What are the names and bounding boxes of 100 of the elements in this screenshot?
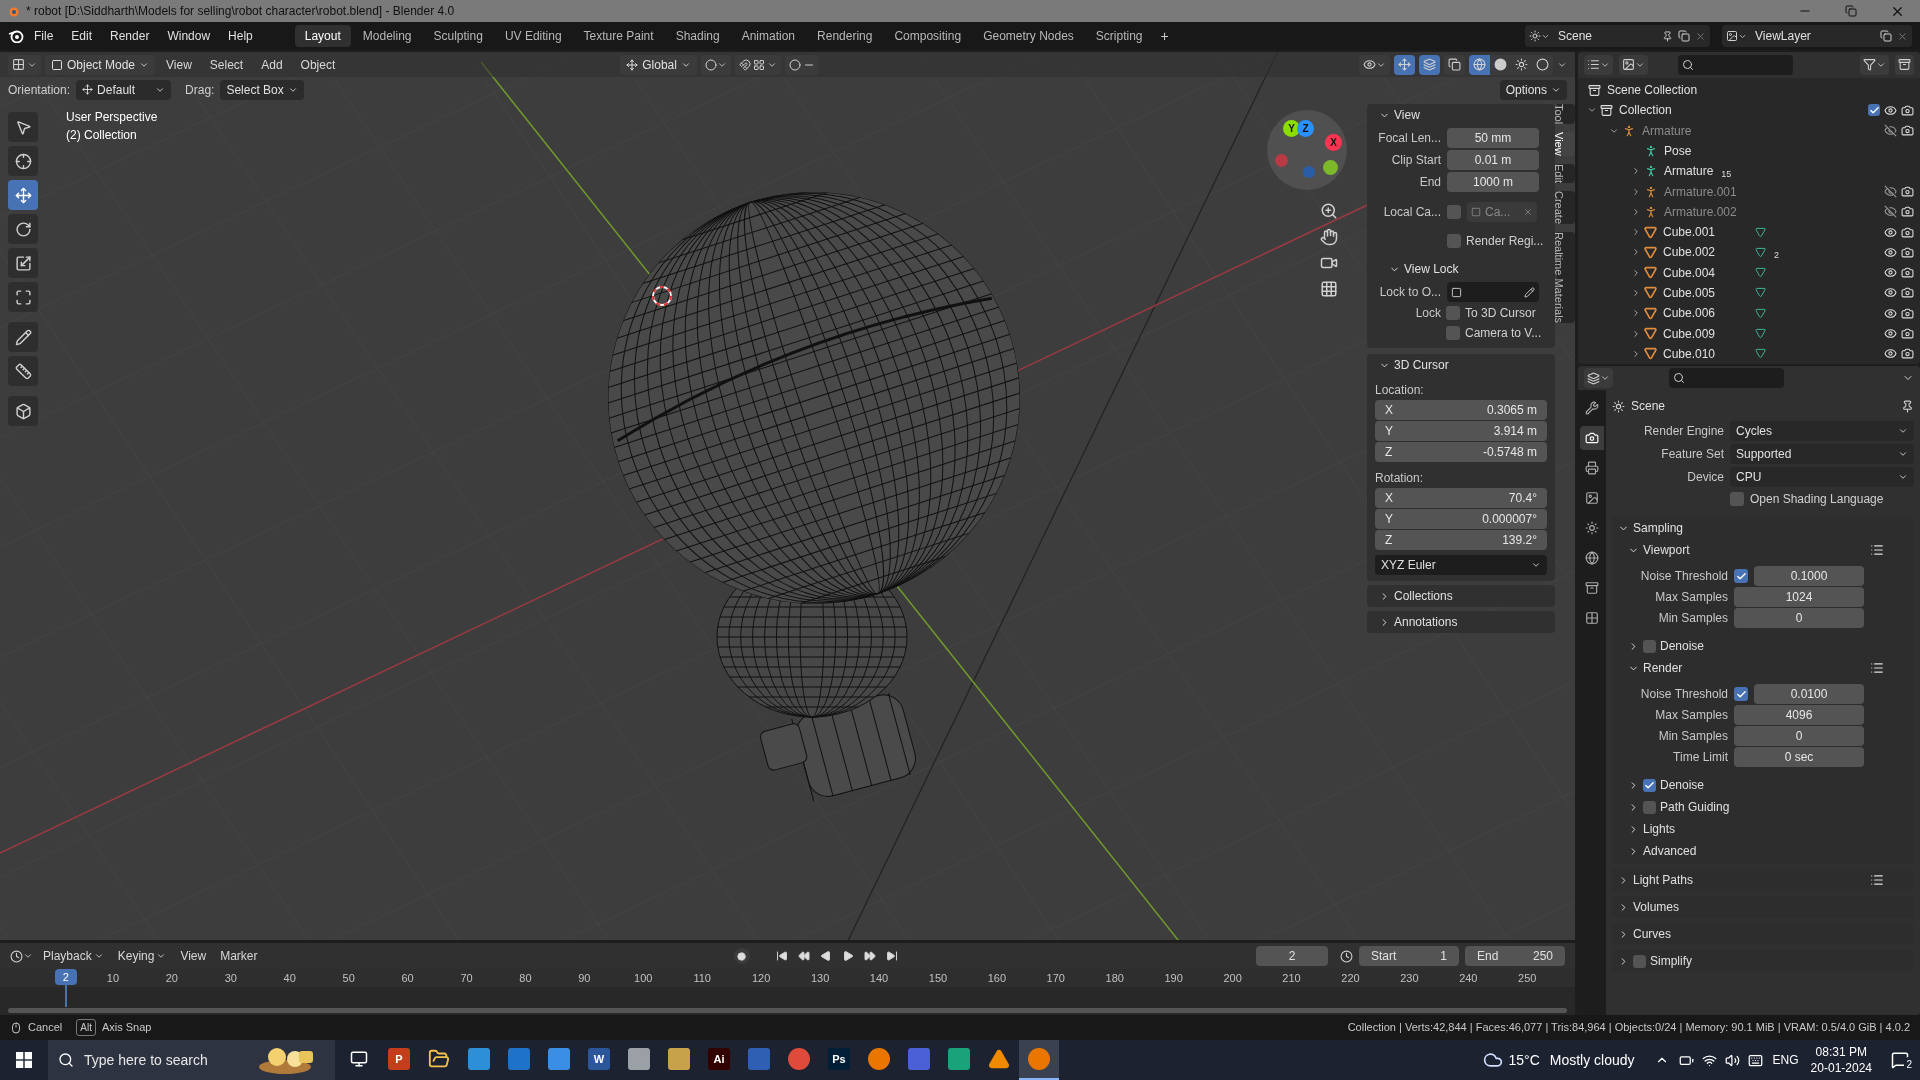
rotation-mode-dropdown[interactable]: XYZ Euler bbox=[1375, 555, 1547, 575]
workspace-tab[interactable]: Layout bbox=[294, 25, 351, 47]
navigation-gizmo[interactable]: Y Z X bbox=[1267, 110, 1347, 190]
axis-bubble[interactable]: X bbox=[1325, 134, 1342, 151]
view-layer-selector[interactable]: ViewLayer bbox=[1722, 25, 1912, 47]
taskbar-button[interactable]: Ai bbox=[699, 1040, 739, 1080]
orientation-dropdown[interactable]: Global bbox=[620, 54, 697, 75]
panel-header[interactable]: 3D Cursor bbox=[1375, 354, 1547, 376]
axis-bubble[interactable]: Z bbox=[1297, 120, 1314, 137]
panel-title[interactable]: Lights bbox=[1643, 820, 1676, 838]
panel-title[interactable]: Viewport bbox=[1643, 541, 1690, 559]
number-field[interactable]: 0.01 m bbox=[1447, 150, 1539, 170]
outliner-item[interactable]: Armature.001 bbox=[1664, 182, 1737, 201]
panel-title[interactable]: Light Paths bbox=[1633, 871, 1694, 889]
language-indicator[interactable]: ENG bbox=[1772, 1051, 1799, 1069]
sidebar-tab[interactable]: Tool bbox=[1557, 104, 1575, 125]
outliner-item[interactable]: Cube.001 bbox=[1663, 223, 1716, 242]
menu-item[interactable]: Render bbox=[102, 27, 158, 45]
workspace-tab[interactable]: Rendering bbox=[807, 25, 883, 47]
outliner-item[interactable]: Cube.005 bbox=[1663, 284, 1716, 302]
sidebar-tab[interactable]: Realtime Materials bbox=[1557, 231, 1575, 323]
vector-field[interactable]: X 70.4° bbox=[1375, 488, 1547, 508]
outliner-item[interactable]: Scene Collection bbox=[1607, 81, 1698, 99]
menu-item[interactable]: View bbox=[159, 55, 199, 74]
number-field[interactable]: 1024 bbox=[1734, 587, 1864, 607]
taskbar-button[interactable]: P bbox=[379, 1040, 419, 1080]
menu-item[interactable]: Add bbox=[254, 55, 290, 74]
number-field[interactable]: 50 mm bbox=[1447, 128, 1539, 148]
number-field[interactable]: 0 bbox=[1734, 608, 1864, 628]
menu-item[interactable]: File bbox=[26, 27, 62, 45]
menu-item[interactable]: Edit bbox=[63, 27, 101, 45]
taskbar-button[interactable]: Ps bbox=[819, 1040, 859, 1080]
panel-title[interactable]: Denoise bbox=[1660, 637, 1705, 655]
outliner-item[interactable]: Collection bbox=[1619, 101, 1672, 120]
vector-field[interactable]: Y 0.000007° bbox=[1375, 509, 1547, 529]
menu-item[interactable]: Marker bbox=[216, 947, 262, 965]
panel-title[interactable]: Simplify bbox=[1650, 952, 1692, 970]
panel-title[interactable]: Sampling bbox=[1633, 519, 1684, 537]
panel-title[interactable]: Render bbox=[1643, 659, 1683, 677]
panel-header[interactable]: View Lock bbox=[1385, 258, 1547, 280]
outliner-item[interactable]: Pose bbox=[1664, 141, 1692, 160]
menu-item[interactable]: Playback bbox=[39, 947, 108, 965]
workspace-tab[interactable]: Sculpting bbox=[423, 25, 493, 47]
number-field[interactable]: 0.0100 bbox=[1754, 684, 1864, 704]
end-frame-field[interactable]: End 250 bbox=[1465, 946, 1565, 966]
workspace-tab[interactable]: Scripting bbox=[1085, 25, 1153, 47]
workspace-tab[interactable]: Compositing bbox=[884, 25, 972, 47]
scene-selector[interactable]: Scene bbox=[1525, 25, 1710, 47]
workspace-tab[interactable]: Texture Paint bbox=[573, 25, 664, 47]
number-field[interactable]: 0 sec bbox=[1734, 747, 1864, 767]
outliner-item[interactable]: Armature.002 bbox=[1664, 202, 1737, 221]
workspace-tab[interactable]: UV Editing bbox=[494, 25, 572, 47]
workspace-tab[interactable]: Modeling bbox=[352, 25, 422, 47]
menu-item[interactable]: Help bbox=[220, 27, 261, 45]
add-workspace-button[interactable]: + bbox=[1154, 25, 1175, 47]
playhead[interactable]: 2 bbox=[54, 969, 77, 985]
panel-title[interactable]: Denoise bbox=[1660, 776, 1705, 794]
vector-field[interactable]: Z 139.2° bbox=[1375, 530, 1547, 550]
sidebar-tab[interactable]: Create bbox=[1557, 190, 1575, 224]
options-dropdown[interactable]: Options bbox=[1499, 79, 1567, 100]
workspace-tab[interactable]: Animation bbox=[731, 25, 806, 47]
workspace-tab[interactable]: Geometry Nodes bbox=[973, 25, 1084, 47]
start-frame-field[interactable]: Start 1 bbox=[1359, 946, 1459, 966]
notification-button[interactable]: 2 bbox=[1884, 1040, 1916, 1080]
sidebar-tab[interactable]: Edit bbox=[1557, 163, 1575, 183]
menu-item[interactable]: Window bbox=[159, 27, 219, 45]
dropdown[interactable]: CPU bbox=[1730, 466, 1914, 487]
outliner-item[interactable]: Armature bbox=[1642, 121, 1692, 140]
outliner-item[interactable]: Cube.010 bbox=[1663, 344, 1716, 363]
menu-item[interactable]: View bbox=[176, 947, 211, 965]
menu-item[interactable]: Keying bbox=[113, 947, 171, 965]
drag-dropdown[interactable]: Select Box bbox=[220, 79, 304, 100]
mode-dropdown[interactable]: Object Mode bbox=[45, 54, 156, 75]
vector-field[interactable]: Y 3.914 m bbox=[1375, 421, 1547, 441]
taskbar-button[interactable]: W bbox=[579, 1040, 619, 1080]
dropdown[interactable]: Supported bbox=[1730, 443, 1914, 464]
dropdown[interactable]: Cycles bbox=[1730, 420, 1914, 441]
number-field[interactable]: 0 bbox=[1734, 726, 1864, 746]
orientation-dropdown[interactable]: Default bbox=[76, 79, 172, 100]
vector-field[interactable]: Z -0.5748 m bbox=[1375, 442, 1547, 462]
panel-title[interactable]: Curves bbox=[1633, 925, 1671, 943]
search-field[interactable]: Type here to search bbox=[48, 1040, 335, 1080]
outliner-item[interactable]: Cube.004 bbox=[1663, 263, 1716, 282]
panel-title[interactable]: Advanced bbox=[1643, 842, 1697, 860]
number-field[interactable]: 1000 m bbox=[1447, 172, 1539, 192]
panel-title[interactable]: Path Guiding bbox=[1660, 798, 1730, 816]
outliner-item[interactable]: Cube.002 bbox=[1663, 243, 1716, 262]
current-frame-field[interactable]: 2 bbox=[1256, 946, 1328, 966]
menu-item[interactable]: Object bbox=[293, 55, 343, 74]
outliner-item[interactable]: Armature bbox=[1664, 162, 1714, 181]
workspace-tab[interactable]: Shading bbox=[665, 25, 730, 47]
number-field[interactable]: 0.1000 bbox=[1754, 566, 1864, 586]
panel-header[interactable]: View bbox=[1375, 104, 1547, 126]
sidebar-tab[interactable]: View bbox=[1557, 132, 1575, 156]
outliner-item[interactable]: Cube.009 bbox=[1663, 324, 1716, 343]
outliner-item[interactable]: Cube.006 bbox=[1663, 304, 1716, 323]
menu-item[interactable]: Select bbox=[202, 55, 251, 74]
clock[interactable]: 08:31 PM 20-01-2024 bbox=[1810, 1044, 1872, 1076]
panel-title[interactable]: Volumes bbox=[1633, 898, 1680, 916]
vector-field[interactable]: X 0.3065 m bbox=[1375, 400, 1547, 420]
